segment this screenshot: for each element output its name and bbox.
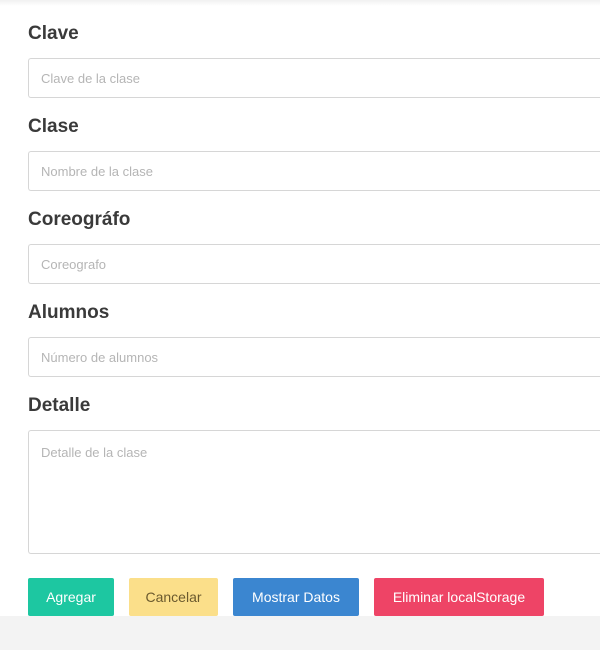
coreografo-input[interactable] [28, 244, 600, 284]
class-form: Clave Clase Coreográfo Alumnos Detalle [28, 22, 600, 554]
cancelar-button[interactable]: Cancelar [129, 578, 218, 616]
clase-input[interactable] [28, 151, 600, 191]
clase-label: Clase [28, 116, 79, 137]
clave-input[interactable] [28, 58, 600, 98]
agregar-button[interactable]: Agregar [28, 578, 114, 616]
top-edge [0, 0, 600, 6]
footer-band [0, 616, 600, 650]
alumnos-input[interactable] [28, 337, 600, 377]
detalle-label: Detalle [28, 395, 91, 416]
eliminar-localstorage-button[interactable]: Eliminar localStorage [374, 578, 544, 616]
clave-label: Clave [28, 23, 79, 44]
detalle-textarea[interactable] [28, 430, 600, 554]
alumnos-label: Alumnos [28, 302, 110, 323]
mostrar-datos-button[interactable]: Mostrar Datos [233, 578, 359, 616]
button-row: Agregar Cancelar Mostrar Datos Eliminar … [28, 578, 544, 616]
coreografo-label: Coreográfo [28, 209, 131, 230]
